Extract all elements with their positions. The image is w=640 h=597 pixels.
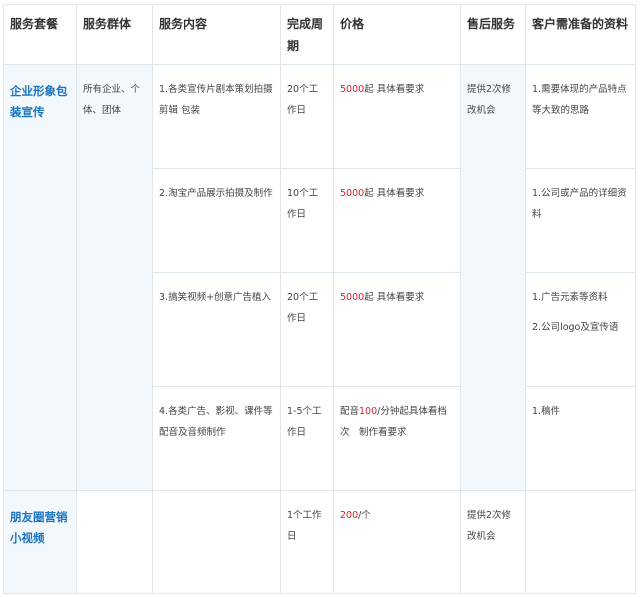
header-period: 完成周期 [280, 4, 334, 65]
price-cell: 5000起 具体看要求 [333, 168, 461, 273]
category-cell: 企业形象包装宣传 [3, 64, 77, 491]
price-cell: 200/个 [333, 490, 461, 594]
price-value: 5000 [340, 292, 365, 303]
price-note: /个 [358, 510, 371, 521]
after-sales-cell: 提供2次修改机会 [460, 490, 526, 594]
table-row: 朋友圈营销小视频 1个工作日 200/个 提供2次修改机会 [3, 490, 636, 594]
group-cell: 所有企业、个体、团体 [76, 64, 153, 491]
table-row: 企业形象包装宣传 所有企业、个体、团体 1.各类宣传片剧本策划拍摄剪辑 包装 2… [3, 64, 636, 491]
price-note: 起 具体看要求 [364, 188, 425, 199]
price-note: 起 具体看要求 [364, 292, 425, 303]
content-cell: 3.搞笑视频+创意广告植入 [152, 272, 281, 387]
materials-item: 1.需要体现的产品特点等大致的思路 [532, 84, 627, 116]
price-prefix: 配音 [340, 406, 360, 417]
materials-cell: 1.需要体现的产品特点等大致的思路 [525, 64, 636, 169]
after-sales-cell: 提供2次修改机会 [460, 64, 526, 491]
content-cell: 2.淘宝产品展示拍摄及制作 [152, 168, 281, 273]
content-cell [152, 490, 281, 594]
price-value: 100 [359, 406, 378, 417]
header-content: 服务内容 [152, 4, 281, 65]
header-package: 服务套餐 [3, 4, 77, 65]
price-note: 起 具体看要求 [364, 84, 425, 95]
category-cell: 朋友圈营销小视频 [3, 490, 77, 594]
price-value: 5000 [340, 188, 365, 199]
price-value: 200 [340, 510, 359, 521]
materials-cell: 1.公司或产品的详细资料 [525, 168, 636, 273]
period-cell: 1个工作日 [280, 490, 334, 594]
materials-item: 1.广告元素等资料 [532, 292, 608, 303]
materials-item: 1.稿件 [532, 406, 561, 417]
header-price: 价格 [333, 4, 461, 65]
content-cell: 4.各类广告、影视、课件等配音及音频制作 [152, 386, 281, 491]
materials-item: 2.公司logo及宣传语 [532, 322, 619, 333]
price-cell: 配音100/分钟起具体看档次 制作看要求 [333, 386, 461, 491]
service-table: 服务套餐 服务群体 服务内容 完成周期 价格 售后服务 客户需准备的资料 企业形… [3, 4, 636, 594]
period-cell: 1-5个工作日 [280, 386, 334, 491]
price-cell: 5000起 具体看要求 [333, 272, 461, 387]
materials-cell: 1.稿件 [525, 386, 636, 491]
header-materials: 客户需准备的资料 [525, 4, 636, 65]
period-cell: 20个工作日 [280, 64, 334, 169]
materials-cell [525, 490, 636, 594]
content-cell: 1.各类宣传片剧本策划拍摄剪辑 包装 [152, 64, 281, 169]
header-after-sales: 售后服务 [460, 4, 526, 65]
period-cell: 20个工作日 [280, 272, 334, 387]
header-row: 服务套餐 服务群体 服务内容 完成周期 价格 售后服务 客户需准备的资料 [3, 4, 636, 65]
price-value: 5000 [340, 84, 365, 95]
header-group: 服务群体 [76, 4, 153, 65]
period-cell: 10个工作日 [280, 168, 334, 273]
group-cell [76, 490, 153, 594]
materials-cell: 1.广告元素等资料 2.公司logo及宣传语 [525, 272, 636, 387]
price-cell: 5000起 具体看要求 [333, 64, 461, 169]
materials-item: 1.公司或产品的详细资料 [532, 188, 627, 220]
